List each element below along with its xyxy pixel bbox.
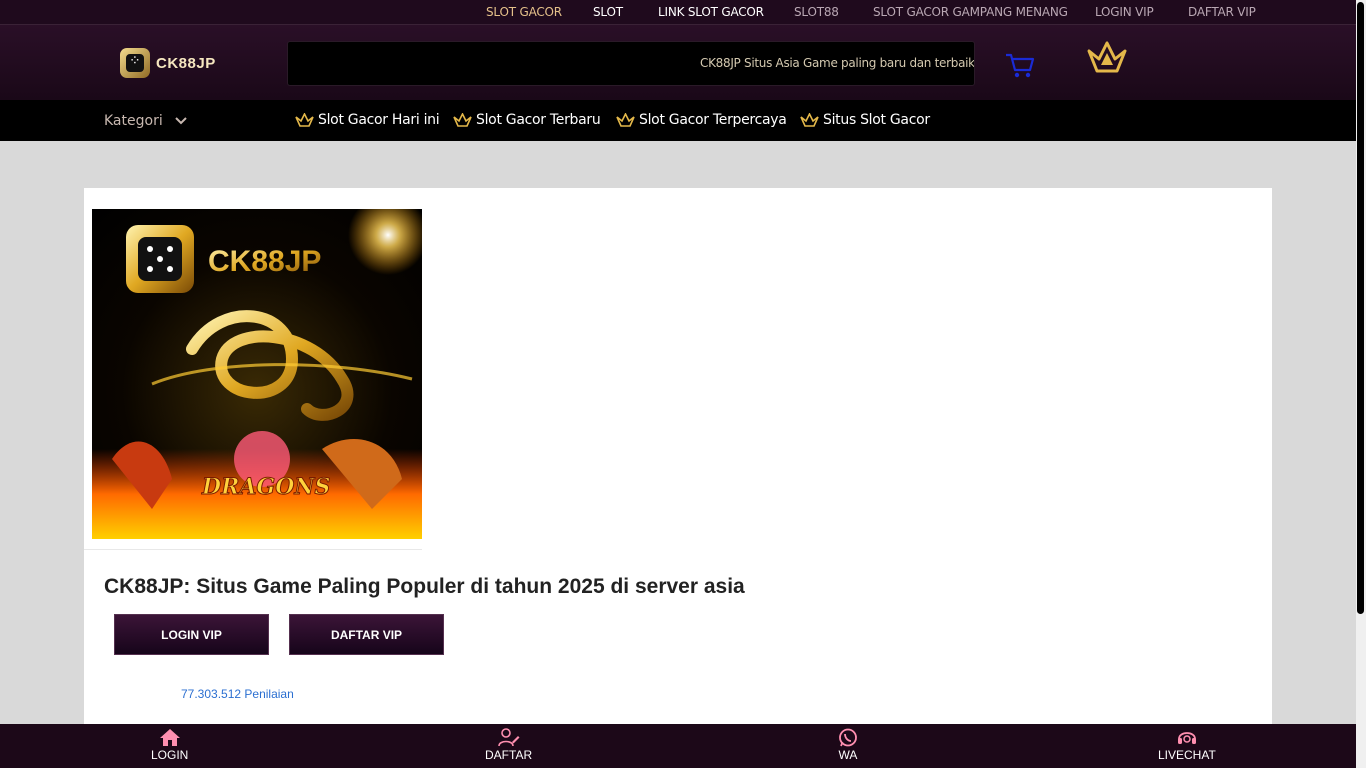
user-edit-icon xyxy=(497,728,520,747)
bottom-action-bar: LOGIN DAFTAR WA LIVECHAT xyxy=(0,724,1356,768)
topnav-link-gampang-menang[interactable]: SLOT GACOR GAMPANG MENANG xyxy=(873,5,1068,19)
topnav-link-slot-gacor[interactable]: SLOT GACOR xyxy=(486,5,562,19)
catlink-label: Slot Gacor Terbaru xyxy=(476,112,601,128)
bottom-item-label: DAFTAR xyxy=(485,748,533,762)
bottom-item-label: LIVECHAT xyxy=(1158,748,1216,762)
daftar-vip-button[interactable]: DAFTAR VIP xyxy=(289,614,444,655)
whatsapp-icon xyxy=(839,728,857,747)
dice-icon xyxy=(120,48,150,78)
topnav-link-slot88[interactable]: SLOT88 xyxy=(794,5,839,19)
scrollbar-thumb[interactable] xyxy=(1357,2,1364,614)
bottom-daftar-button[interactable]: DAFTAR xyxy=(485,728,532,762)
catlink-label: Situs Slot Gacor xyxy=(823,112,930,128)
hero-artwork: CK88JP DRAGONS xyxy=(92,209,422,539)
hero-brand-text: CK88JP xyxy=(208,245,321,278)
catlink-label: Slot Gacor Terpercaya xyxy=(639,112,787,128)
crown-small-icon xyxy=(295,112,314,127)
hero-game-text: DRAGONS xyxy=(201,474,330,500)
marquee-text: CK88JP Situs Asia Game paling baru dan t… xyxy=(700,56,975,70)
logo-text: CK88JP xyxy=(156,54,216,72)
top-navigation: SLOT GACOR SLOT LINK SLOT GACOR SLOT88 S… xyxy=(0,0,1356,25)
cart-icon[interactable] xyxy=(1004,51,1036,79)
catlink-slot-gacor-terpercaya[interactable]: Slot Gacor Terpercaya xyxy=(616,112,787,128)
divider xyxy=(84,549,422,550)
headset-icon xyxy=(1177,732,1196,744)
kategori-dropdown[interactable]: Kategori xyxy=(104,113,187,129)
site-logo[interactable]: CK88JP xyxy=(120,47,220,79)
crown-small-icon xyxy=(800,112,819,127)
page-title: CK88JP: Situs Game Paling Populer di tah… xyxy=(104,575,745,598)
catlink-label: Slot Gacor Hari ini xyxy=(318,112,440,128)
announcement-marquee: CK88JP Situs Asia Game paling baru dan t… xyxy=(287,41,975,86)
catlink-slot-gacor-terbaru[interactable]: Slot Gacor Terbaru xyxy=(453,112,601,128)
crown-small-icon xyxy=(453,112,472,127)
bottom-login-button[interactable]: LOGIN xyxy=(151,728,188,762)
crown-icon[interactable] xyxy=(1085,41,1129,77)
catlink-slot-gacor-hari-ini[interactable]: Slot Gacor Hari ini xyxy=(295,112,440,128)
login-vip-button[interactable]: LOGIN VIP xyxy=(114,614,269,655)
home-icon xyxy=(159,729,180,746)
topnav-link-link-slot-gacor[interactable]: LINK SLOT GACOR xyxy=(658,5,764,19)
kategori-label: Kategori xyxy=(104,113,163,129)
bottom-item-label: LOGIN xyxy=(151,748,189,762)
bottom-wa-button[interactable]: WA xyxy=(837,728,859,762)
catlink-situs-slot-gacor[interactable]: Situs Slot Gacor xyxy=(800,112,930,128)
topnav-link-daftar-vip[interactable]: DAFTAR VIP xyxy=(1188,5,1256,19)
bottom-item-label: WA xyxy=(838,748,858,762)
topnav-link-slot[interactable]: SLOT xyxy=(593,5,623,19)
product-card: CK88JP DRAGONS CK88JP: Situs Game Paling… xyxy=(84,188,1272,728)
topnav-link-login-vip[interactable]: LOGIN VIP xyxy=(1095,5,1154,19)
crown-small-icon xyxy=(616,112,635,127)
rating-count-link[interactable]: 77.303.512 Penilaian xyxy=(181,687,294,701)
chevron-down-icon xyxy=(175,117,187,125)
site-header: CK88JP CK88JP Situs Asia Game paling bar… xyxy=(0,25,1356,100)
bottom-livechat-button[interactable]: LIVECHAT xyxy=(1158,728,1216,762)
category-bar: Kategori Slot Gacor Hari ini Slot Gacor … xyxy=(0,100,1356,141)
hero-image[interactable]: CK88JP DRAGONS xyxy=(92,209,422,539)
